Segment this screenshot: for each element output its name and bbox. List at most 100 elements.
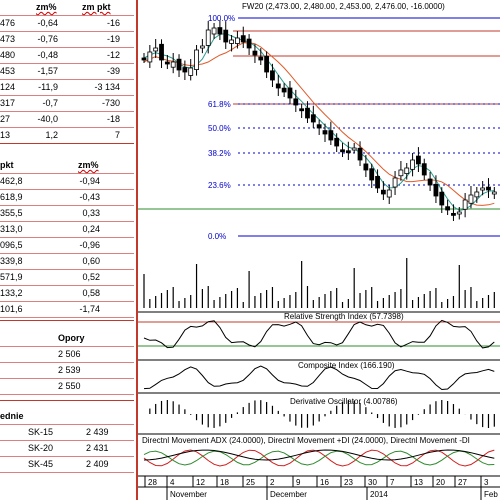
fib-level-label: 23.6% bbox=[208, 181, 231, 190]
fib-level-label: 0.0% bbox=[208, 232, 226, 241]
candle-body bbox=[182, 67, 188, 73]
table2-row[interactable]: 101,6 -1,74 bbox=[0, 302, 134, 318]
candle-body bbox=[281, 87, 287, 93]
candle-body bbox=[287, 87, 293, 99]
section-divider bbox=[0, 400, 134, 401]
date-tick-label: 18 bbox=[220, 478, 229, 487]
table2-change-pct: -0,43 bbox=[79, 192, 100, 202]
candle-body bbox=[147, 51, 153, 63]
candle-body bbox=[345, 150, 351, 154]
srednie-value: 2 409 bbox=[86, 459, 109, 469]
date-tick-label: 7 bbox=[390, 478, 395, 487]
srednie-value: 2 431 bbox=[86, 443, 109, 453]
candle-body bbox=[456, 211, 462, 215]
date-tick-label: 2 bbox=[270, 478, 275, 487]
date-tick-label: 3 bbox=[484, 478, 489, 487]
table2-row[interactable]: 462,8 -0,94 bbox=[0, 174, 134, 190]
date-tick-label: 27 bbox=[458, 478, 467, 487]
table2-points: 462,8 bbox=[0, 176, 23, 186]
opory-row[interactable]: 2 539 bbox=[0, 363, 134, 379]
candle-body bbox=[275, 83, 281, 89]
candle-body bbox=[322, 130, 328, 135]
fib-level-label: 100.0% bbox=[208, 14, 235, 23]
table2-row[interactable]: 355,5 0,33 bbox=[0, 206, 134, 222]
opory-row[interactable]: 2 506 bbox=[0, 347, 134, 363]
candle-body bbox=[386, 189, 392, 198]
candle-body bbox=[486, 186, 491, 191]
date-tick-label: 13 bbox=[414, 478, 423, 487]
table2-row[interactable]: 133,2 0,58 bbox=[0, 286, 134, 302]
candle-body bbox=[369, 168, 375, 181]
candle-body bbox=[310, 114, 316, 123]
table1-row[interactable]: 27 -40,0 -18 bbox=[0, 112, 134, 128]
candle-body bbox=[416, 155, 421, 165]
srednie-title: ednie bbox=[0, 411, 24, 421]
table1-last: 124 bbox=[0, 82, 16, 92]
date-tick-label: 9 bbox=[296, 478, 301, 487]
table1-row[interactable]: 124 -11,9 -3 134 bbox=[0, 80, 134, 96]
candle-body bbox=[164, 61, 170, 65]
candle-body bbox=[421, 163, 427, 176]
opory-row[interactable]: 2 550 bbox=[0, 379, 134, 395]
table1-row[interactable]: 480 -0,48 -12 bbox=[0, 48, 134, 64]
table2-row[interactable]: 096,5 -0,96 bbox=[0, 238, 134, 254]
table1-last: 453 bbox=[0, 66, 16, 76]
date-tick-label: 20 bbox=[436, 478, 445, 487]
table2-row[interactable]: 571,9 0,52 bbox=[0, 270, 134, 286]
table1-header: zm% zm pkt bbox=[0, 0, 134, 16]
table2-change-pct: -0,96 bbox=[79, 240, 100, 250]
candle-body bbox=[153, 47, 159, 52]
table1-change-pct: -0,76 bbox=[37, 34, 58, 44]
table1-last: 480 bbox=[0, 50, 16, 60]
srednie-label: SK-15 bbox=[28, 427, 54, 437]
candle-body bbox=[211, 27, 217, 35]
table1-last: 13 bbox=[0, 130, 11, 140]
date-tick-label: 12 bbox=[196, 478, 205, 487]
candle-body bbox=[334, 137, 340, 147]
table2-row[interactable]: 618,9 -0,43 bbox=[0, 190, 134, 206]
candle-body bbox=[474, 191, 480, 198]
candle-body bbox=[410, 159, 415, 170]
srednie-row[interactable]: SK-45 2 409 bbox=[0, 457, 134, 473]
candle-body bbox=[170, 61, 176, 68]
table1-change-pct: -40,0 bbox=[37, 114, 58, 124]
table2-change-pct: -1,74 bbox=[79, 304, 100, 314]
table2-change-pct: 0,24 bbox=[82, 224, 100, 234]
srednie-header: ednie bbox=[0, 409, 134, 425]
srednie-row[interactable]: SK-15 2 439 bbox=[0, 425, 134, 441]
srednie-label: SK-20 bbox=[28, 443, 54, 453]
table1-header-change-pts: zm pkt bbox=[82, 2, 111, 12]
chart-title: FW20 (2,473.00, 2,480.00, 2,453.00, 2,47… bbox=[242, 2, 445, 11]
candle-body bbox=[246, 38, 252, 49]
table2-row[interactable]: 313,0 0,24 bbox=[0, 222, 134, 238]
table1-change-pct: -0,7 bbox=[42, 98, 58, 108]
candle-body bbox=[451, 212, 456, 216]
table1-row[interactable]: 476 -0,64 -16 bbox=[0, 16, 134, 32]
candle-body bbox=[462, 199, 468, 210]
candle-body bbox=[439, 191, 445, 206]
table1-row[interactable]: 453 -1,57 -39 bbox=[0, 64, 134, 80]
fib-level-label: 50.0% bbox=[208, 124, 231, 133]
table2-row[interactable]: 339,8 0,60 bbox=[0, 254, 134, 270]
candle-body bbox=[223, 29, 229, 43]
table2-points: 133,2 bbox=[0, 288, 23, 298]
month-label: November bbox=[170, 490, 207, 499]
table2-header-change-pct: zm% bbox=[78, 160, 99, 170]
quotes-panel: zm% zm pkt 476 -0,64 -16 473 -0,76 -19 4… bbox=[0, 0, 138, 500]
table1-row[interactable]: 473 -0,76 -19 bbox=[0, 32, 134, 48]
table1-change-pct: -11,9 bbox=[38, 82, 58, 92]
candle-body bbox=[468, 194, 474, 204]
candle-body bbox=[398, 169, 404, 177]
table1-row[interactable]: 317 -0,7 -730 bbox=[0, 96, 134, 112]
date-tick-label: 28 bbox=[148, 478, 157, 487]
table1-last: 473 bbox=[0, 34, 16, 44]
fw20-chart[interactable]: FW20 (2,473.00, 2,480.00, 2,453.00, 2,47… bbox=[138, 0, 500, 500]
candle-body bbox=[328, 130, 334, 141]
candle-body bbox=[433, 183, 439, 197]
section-divider bbox=[0, 143, 134, 144]
table2-points: 618,9 bbox=[0, 192, 23, 202]
srednie-value: 2 439 bbox=[86, 427, 109, 437]
table1-row[interactable]: 13 1,2 7 bbox=[0, 128, 134, 144]
candle-body bbox=[392, 177, 398, 188]
srednie-row[interactable]: SK-20 2 431 bbox=[0, 441, 134, 457]
